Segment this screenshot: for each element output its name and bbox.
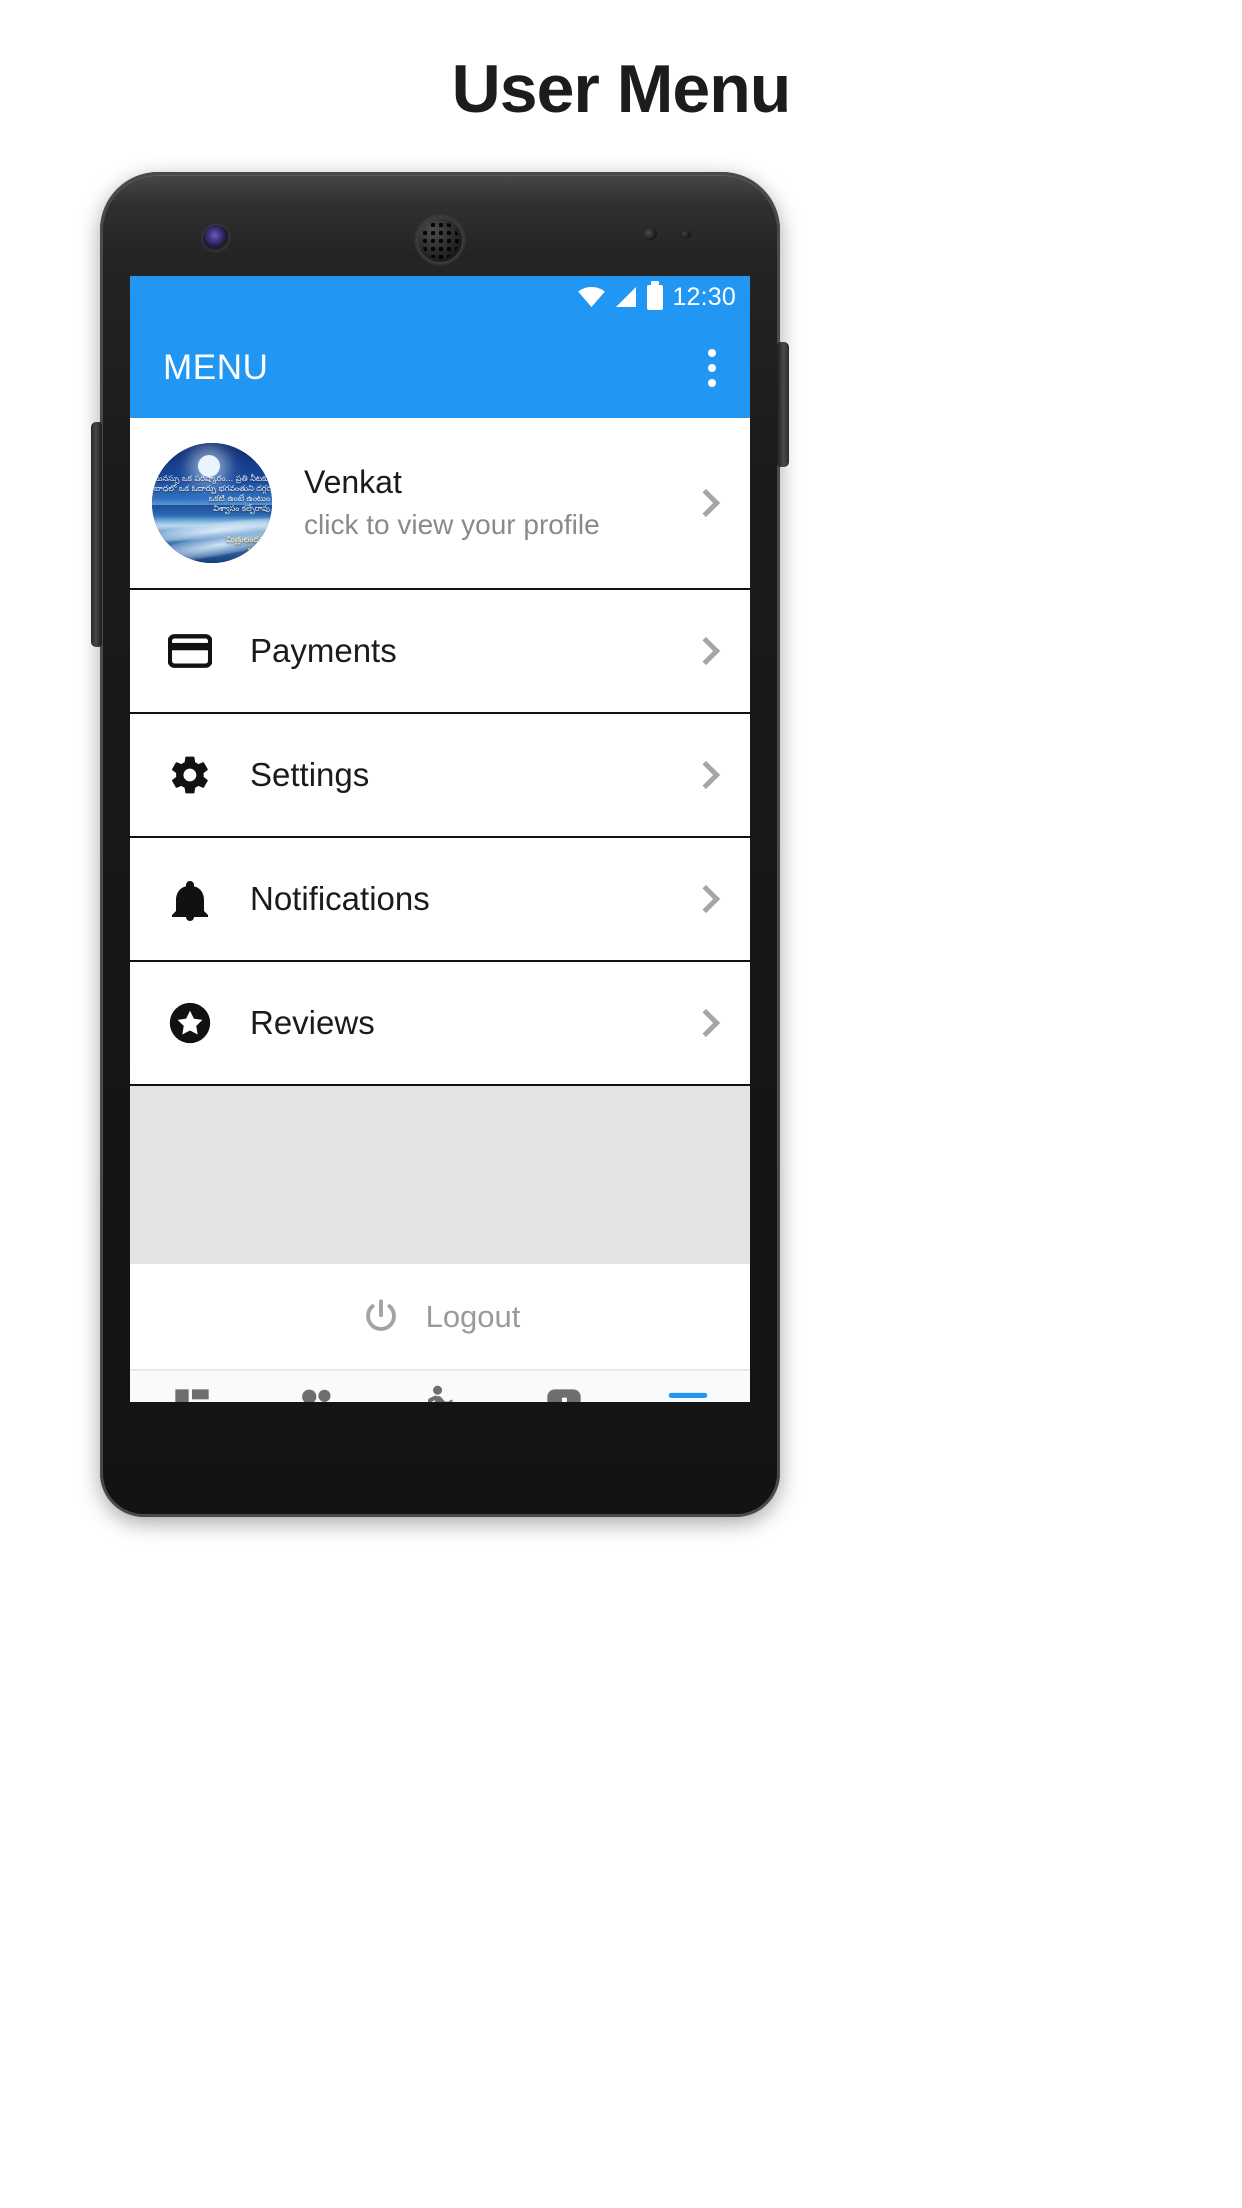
chevron-right-icon	[691, 1008, 721, 1038]
menu-item-label: Settings	[250, 756, 370, 793]
menu-item-payments[interactable]: Payments	[130, 590, 750, 714]
empty-spacer	[130, 1086, 750, 1264]
phone-device-frame: 12:30 MENU మనస్సు ఒక పరిష్కారం... ప్రతి …	[91, 172, 789, 1517]
chevron-right-icon	[691, 636, 721, 666]
app-bar-title: MENU	[163, 348, 269, 387]
proximity-sensor-icon	[643, 228, 657, 240]
credit-card-icon	[160, 634, 220, 668]
bar-chart-icon	[544, 1383, 584, 1402]
profile-text: Venkat click to view your profile	[272, 464, 696, 541]
status-bar: 12:30	[130, 276, 750, 318]
earpiece-speaker-icon	[416, 216, 464, 264]
menu-item-settings[interactable]: Settings	[130, 714, 750, 838]
avatar-overlay-text: మనస్సు ఒక పరిష్కారం... ప్రతి నీటకు ఒ బాధ…	[154, 474, 270, 514]
avatar-greeting-main: శుభ	[246, 545, 268, 559]
chevron-right-icon	[691, 760, 721, 790]
menu-item-label: Reviews	[250, 1004, 375, 1041]
volume-button[interactable]	[91, 422, 102, 647]
menu-item-label: Notifications	[250, 880, 430, 917]
profile-row[interactable]: మనస్సు ఒక పరిష్కారం... ప్రతి నీటకు ఒ బాధ…	[130, 418, 750, 590]
profile-subtitle: click to view your profile	[304, 509, 600, 541]
overflow-menu-icon[interactable]	[698, 341, 726, 395]
page-title: User Menu	[451, 51, 792, 127]
nav-item-dashboard[interactable]: Dashboard	[130, 1383, 254, 1402]
bottom-navigation: Dashboard Borrowers	[130, 1370, 750, 1402]
star-circle-icon	[160, 1001, 220, 1045]
logout-button[interactable]: Logout	[130, 1264, 750, 1370]
nav-item-reports[interactable]: Reports	[502, 1383, 626, 1402]
power-icon	[365, 1298, 396, 1331]
light-sensor-icon	[680, 230, 691, 239]
chevron-right-icon	[691, 884, 721, 914]
agent-walking-icon	[419, 1383, 461, 1402]
avatar-overlay-line: విశ్వాసం కల్పేరావు	[213, 504, 270, 514]
app-bar: MENU	[130, 318, 750, 418]
hamburger-icon	[667, 1383, 709, 1402]
gear-icon	[160, 753, 220, 797]
logout-label: Logout	[425, 1298, 521, 1334]
menu-item-label: Payments	[250, 632, 397, 669]
nav-item-borrowers[interactable]: Borrowers	[254, 1383, 378, 1402]
menu-item-notifications[interactable]: Notifications	[130, 838, 750, 962]
avatar-greeting: మిత్రులందరికి శుభ	[152, 533, 268, 559]
bell-icon	[160, 877, 220, 921]
chevron-right-icon	[691, 488, 721, 518]
nav-item-agents[interactable]: Agents	[378, 1383, 502, 1402]
avatar-overlay-line: మనస్సు ఒక పరిష్కారం... ప్రతి నీటకు ఒ	[154, 474, 270, 484]
power-button[interactable]	[777, 342, 789, 467]
nav-item-menu[interactable]: Menu	[626, 1383, 750, 1402]
front-camera-icon	[203, 225, 229, 251]
phone-screen: 12:30 MENU మనస్సు ఒక పరిష్కారం... ప్రతి …	[130, 276, 750, 1402]
avatar[interactable]: మనస్సు ఒక పరిష్కారం... ప్రతి నీటకు ఒ బాధ…	[152, 443, 272, 563]
wifi-icon	[578, 287, 606, 307]
avatar-overlay-line: ఒకటి ఉంటే ఉంటుం	[208, 494, 270, 504]
menu-item-reviews[interactable]: Reviews	[130, 962, 750, 1086]
cellular-signal-icon	[616, 287, 637, 307]
people-icon	[294, 1383, 338, 1402]
screenshot-root: User Menu 12:30 MENU మనస్సు ఒక పరిష్కారం…	[0, 0, 1242, 2208]
status-bar-clock: 12:30	[672, 282, 736, 311]
battery-icon	[647, 280, 664, 310]
dashboard-grid-icon	[172, 1383, 212, 1402]
profile-name: Venkat	[304, 464, 402, 500]
avatar-overlay-line: బాధలో ఒక ఓదార్పు భగవంతుని దగ్గర ఎప్ప	[154, 484, 270, 494]
